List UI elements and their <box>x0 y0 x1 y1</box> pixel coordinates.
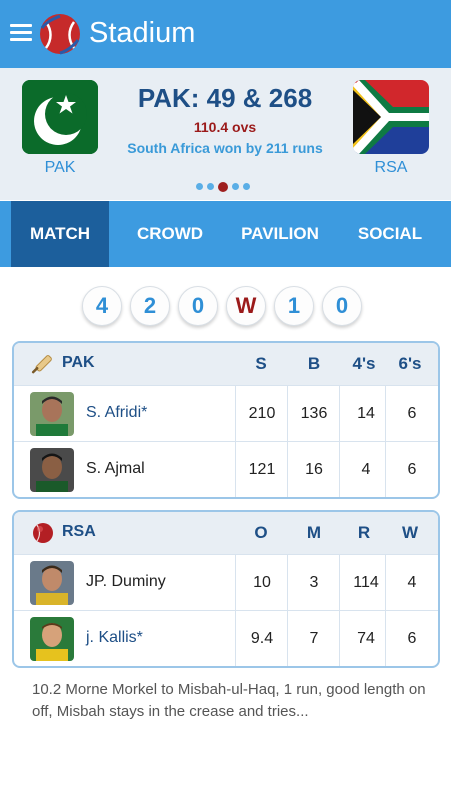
cricket-bat-icon <box>31 355 52 374</box>
page-indicator <box>196 178 254 192</box>
maidens-value: 3 <box>287 555 340 610</box>
cricket-ball-icon <box>33 523 53 543</box>
page-dot-active <box>218 181 228 192</box>
page-dot <box>232 183 239 191</box>
col-overs: O <box>254 523 268 542</box>
bowler-row[interactable]: JP. Duminy 10 3 114 4 <box>14 554 438 610</box>
page-dot <box>207 183 214 191</box>
col-runs-conceded: R <box>357 523 371 542</box>
bowler-name[interactable]: j. Kallis* <box>86 629 143 647</box>
sixes-value: 6 <box>385 386 438 441</box>
app-logo-icon <box>40 14 80 55</box>
tab-bar: MATCH CROWD PAVILION SOCIAL <box>0 201 451 267</box>
overs-value: 10 <box>235 555 288 610</box>
south-africa-flag-icon <box>353 80 429 154</box>
col-sixes: 6's <box>398 354 422 373</box>
bowling-team-label: RSA <box>62 523 96 540</box>
page-dot <box>196 183 203 191</box>
batting-card-header: PAK S B 4's 6's <box>14 343 438 385</box>
batting-team-label: PAK <box>62 354 95 371</box>
tab-crowd[interactable]: CROWD <box>120 201 220 267</box>
player-avatar <box>30 617 74 661</box>
batsman-name[interactable]: S. Afridi* <box>86 404 147 422</box>
team2-code: RSA <box>374 159 408 176</box>
tab-match[interactable]: MATCH <box>11 201 109 267</box>
balls-value: 136 <box>287 386 340 441</box>
batsman-row[interactable]: S. Afridi* 210 136 14 6 <box>14 385 438 441</box>
player-avatar <box>30 448 74 492</box>
runs-value: 210 <box>235 386 288 441</box>
balls-value: 16 <box>287 442 340 497</box>
col-balls: B <box>307 354 321 373</box>
ball-result: 2 <box>130 286 170 326</box>
recent-balls: 420W10 <box>82 286 370 330</box>
wickets-value: 6 <box>385 611 438 666</box>
app-title: Stadium <box>89 17 196 49</box>
sixes-value: 6 <box>385 442 438 497</box>
ball-result: 0 <box>178 286 218 326</box>
page-dot <box>243 183 250 191</box>
tab-social[interactable]: SOCIAL <box>340 201 440 267</box>
match-result: South Africa won by 211 runs <box>127 140 323 156</box>
app-bar: Stadium <box>0 0 451 68</box>
menu-icon[interactable] <box>10 24 32 42</box>
col-maidens: M <box>306 523 322 542</box>
maidens-value: 7 <box>287 611 340 666</box>
ball-commentary[interactable]: 10.2 Morne Morkel to Misbah-ul-Haq, 1 ru… <box>32 679 432 723</box>
ball-result-wicket: W <box>226 286 266 326</box>
col-runs: S <box>255 354 267 373</box>
bowler-row[interactable]: j. Kallis* 9.4 7 74 6 <box>14 610 438 666</box>
runs-value: 121 <box>235 442 288 497</box>
team1-code: PAK <box>44 159 76 176</box>
tab-pavilion[interactable]: PAVILION <box>230 201 330 267</box>
batsman-name[interactable]: S. Ajmal <box>86 460 145 478</box>
col-wickets: W <box>401 523 419 542</box>
overs-count: 110.4 ovs <box>193 119 257 135</box>
match-score-panel[interactable]: PAK PAK: 49 & 268 110.4 ovs South Africa… <box>0 68 451 200</box>
ball-result: 4 <box>82 286 122 326</box>
bowling-card-header: RSA O M R W <box>14 512 438 554</box>
col-fours: 4's <box>352 354 376 373</box>
overs-value: 9.4 <box>235 611 288 666</box>
player-avatar <box>30 392 74 436</box>
ball-result: 1 <box>274 286 314 326</box>
wickets-value: 4 <box>385 555 438 610</box>
batsman-row[interactable]: S. Ajmal 121 16 4 6 <box>14 441 438 497</box>
bowler-name[interactable]: JP. Duminy <box>86 573 166 591</box>
match-score: PAK: 49 & 268 <box>137 83 313 113</box>
ball-result: 0 <box>322 286 362 326</box>
pakistan-flag-icon <box>22 80 98 154</box>
bowling-card: RSA O M R W JP. Duminy 10 3 114 4 j. Kal… <box>12 510 440 668</box>
player-avatar <box>30 561 74 605</box>
batting-card: PAK S B 4's 6's S. Afridi* 210 136 14 6 … <box>12 341 440 499</box>
